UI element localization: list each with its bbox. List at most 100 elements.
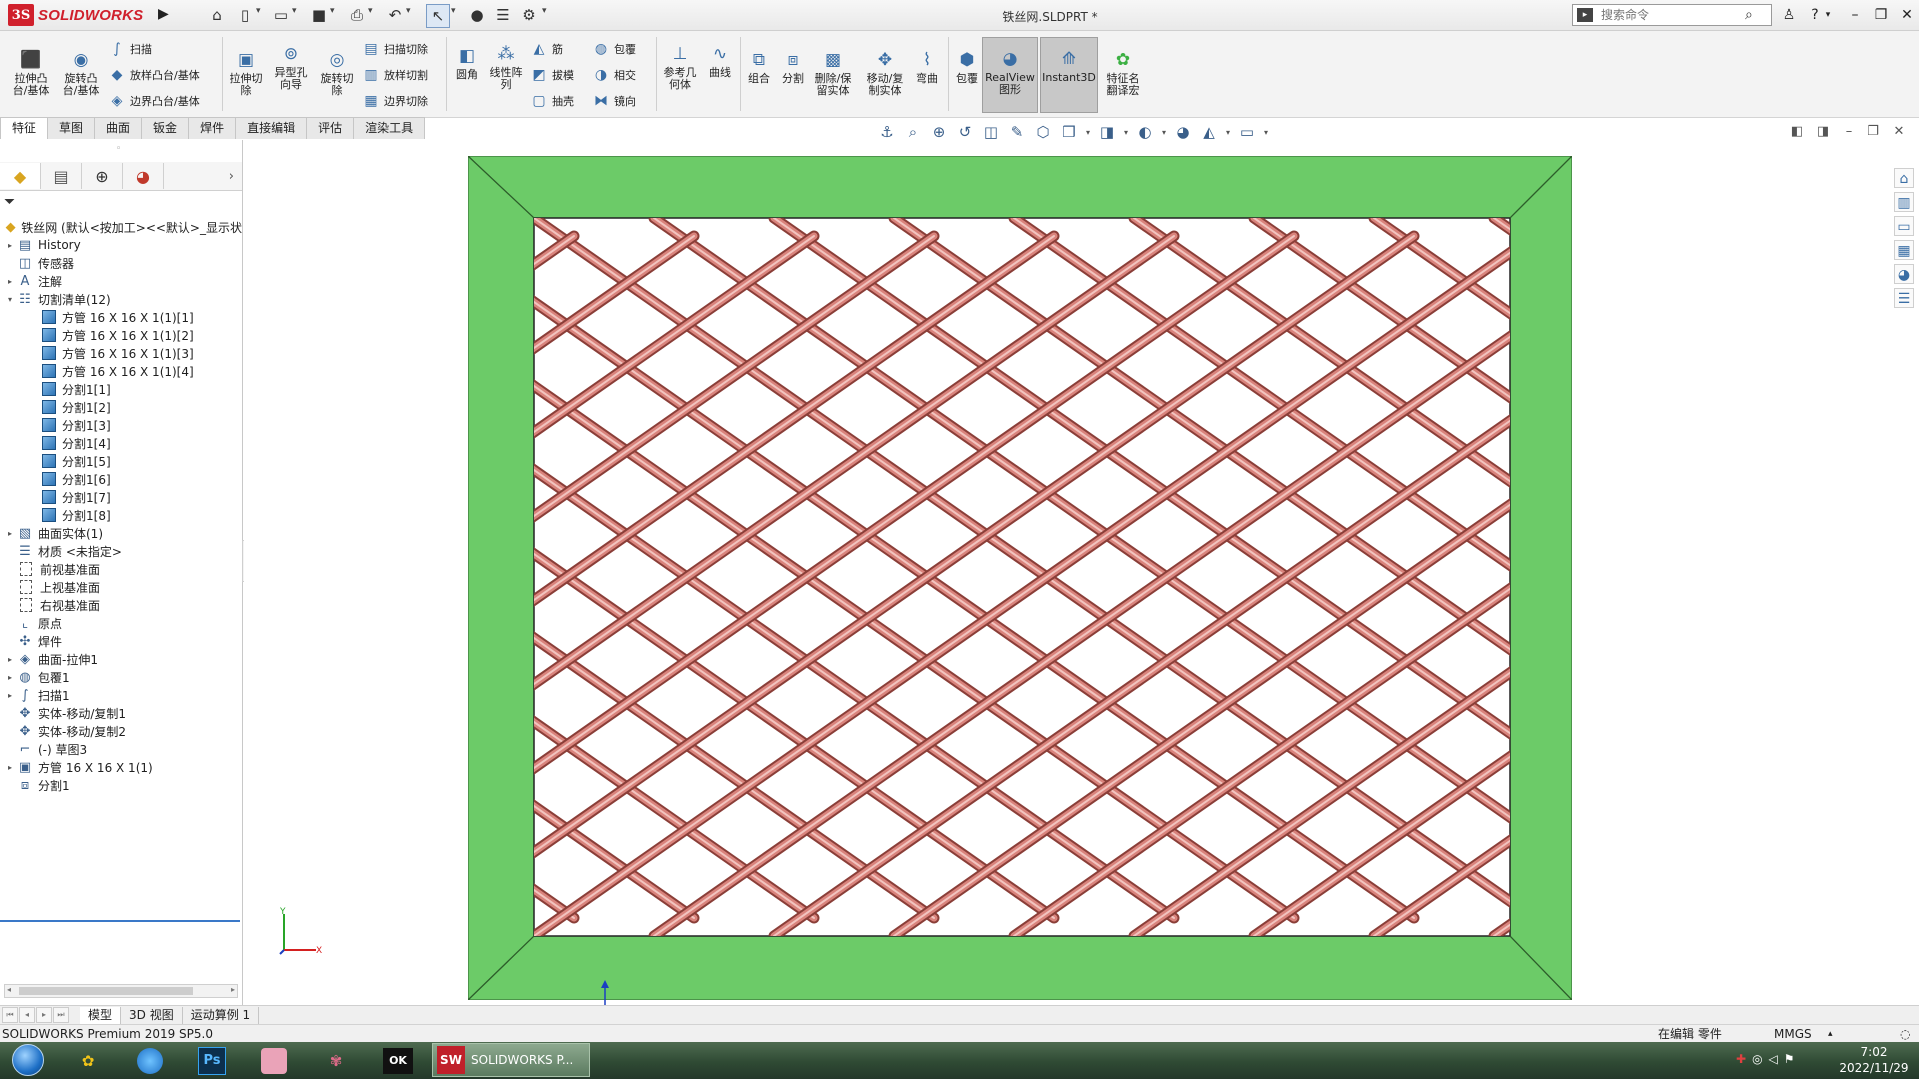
revolve-cut-tool[interactable]: ◎ 旋转切 除 — [314, 49, 360, 97]
extrude-cut-tool[interactable]: ▣ 拉伸切 除 — [224, 49, 268, 97]
draft-tool[interactable]: ◩ 拔模 — [530, 65, 574, 85]
property-manager-tab-icon[interactable]: ▤ — [41, 163, 82, 189]
rib-tool[interactable]: ◭ 筋 — [530, 39, 563, 59]
minimize-window-icon[interactable]: – — [1842, 4, 1868, 26]
panel-splitter-handle[interactable]: ◦ — [116, 144, 121, 154]
new-document-icon[interactable]: ▯ — [234, 4, 256, 26]
expand-arrow-icon[interactable]: ▸ — [4, 277, 16, 286]
display-manager-tab-icon[interactable]: ◕ — [123, 163, 164, 189]
home-icon[interactable]: ⌂ — [206, 4, 228, 26]
tab-features[interactable]: 特征 — [0, 117, 49, 139]
close-window-icon[interactable]: ✕ — [1894, 4, 1919, 26]
search-input[interactable] — [1599, 7, 1743, 23]
split-tool[interactable]: ⧈ 分割 — [776, 49, 810, 85]
user-account-icon[interactable]: ♙ — [1776, 4, 1802, 26]
taskbar-clock[interactable]: 7:02 2022/11/29 — [1832, 1044, 1916, 1078]
zoom-to-fit-icon[interactable]: ⌕ — [902, 123, 924, 141]
chevron-down-icon[interactable]: ▾ — [1160, 128, 1168, 137]
search-commands-box[interactable]: ▸ ⌕ — [1572, 4, 1772, 26]
previous-tab-icon[interactable]: ◂ — [19, 1007, 35, 1023]
appearances-icon[interactable]: ◕ — [1894, 264, 1914, 284]
sweep-tool[interactable]: ∫ 扫描 — [108, 39, 152, 59]
chevron-down-icon[interactable]: ▾ — [406, 6, 416, 16]
custom-properties-icon[interactable]: ☰ — [1894, 288, 1914, 308]
section-view-icon[interactable]: ◫ — [980, 123, 1002, 141]
tab-evaluate[interactable]: 评估 — [306, 117, 355, 139]
photoshop-icon[interactable]: Ps — [192, 1044, 232, 1077]
apply-scene-icon[interactable]: ◭ — [1198, 123, 1220, 141]
swept-cut-tool[interactable]: ▤ 扫描切除 — [362, 39, 428, 59]
tab-motion-study[interactable]: 运动算例 1 — [183, 1006, 260, 1024]
expand-arrow-icon[interactable]: ▸ — [4, 241, 16, 250]
intersect-tool[interactable]: ◑ 相交 — [592, 65, 636, 85]
tree-horizontal-scrollbar[interactable]: ◂ ▸ — [4, 984, 238, 998]
scrollbar-thumb[interactable] — [19, 987, 193, 995]
chevron-right-icon[interactable]: › — [164, 169, 242, 184]
reference-geometry-tool[interactable]: ⊥ 参考几 何体 — [658, 43, 702, 91]
view-settings-icon[interactable]: ❒ — [1058, 123, 1080, 141]
feature-translate-tool[interactable]: ✿ 特征名 翻译宏 — [1100, 49, 1146, 97]
save-icon[interactable]: ■ — [308, 4, 330, 26]
wrap-tool[interactable]: ◍ 包覆 — [592, 39, 636, 59]
scroll-left-icon[interactable]: ◂ — [7, 985, 11, 994]
cube-view-icon[interactable]: ⬡ — [1032, 123, 1054, 141]
delete-keep-body-tool[interactable]: ▩ 删除/保 留实体 — [810, 49, 856, 97]
wire-mesh-model[interactable] — [468, 156, 1572, 1000]
collapse-arrow-icon[interactable]: ▾ — [4, 295, 16, 304]
chevron-down-icon[interactable]: ▾ — [451, 6, 461, 16]
rollback-bar[interactable] — [0, 920, 240, 922]
tab-sheet-metal[interactable]: 钣金 — [141, 117, 190, 139]
tab-surfaces[interactable]: 曲面 — [94, 117, 143, 139]
chevron-down-icon[interactable]: ▾ — [330, 6, 340, 16]
chevron-up-icon[interactable]: ▴ — [1828, 1025, 1833, 1043]
configuration-manager-tab-icon[interactable]: ⊕ — [82, 163, 123, 189]
mirror-tool[interactable]: ⧓ 镜向 — [592, 91, 636, 111]
units-selector[interactable]: MMGS — [1774, 1025, 1812, 1043]
hide-show-items-icon[interactable]: ◐ — [1134, 123, 1156, 141]
input-method-icon[interactable]: ✚ — [1736, 1052, 1746, 1070]
rebuild-icon[interactable]: ● — [466, 4, 488, 26]
view-orientation-icon[interactable]: ⚓ — [876, 123, 898, 141]
realview-tool[interactable]: ◕ RealView 图形 — [982, 37, 1038, 113]
select-arrow-icon[interactable]: ↖ — [426, 4, 450, 28]
tree-item[interactable]: ⧈ 分割1 — [0, 774, 242, 796]
ok-app-icon[interactable]: OK — [378, 1044, 418, 1077]
revolve-boss-tool[interactable]: ◉ 旋转凸 台/基体 — [58, 49, 104, 97]
chevron-down-icon[interactable]: ▾ — [1224, 128, 1232, 137]
file-properties-icon[interactable]: ☰ — [492, 4, 514, 26]
search-scope-icon[interactable]: ▸ — [1577, 8, 1593, 22]
file-explorer-icon[interactable]: ▭ — [1894, 216, 1914, 236]
instant3d-tool[interactable]: ⟰ Instant3D — [1040, 37, 1098, 113]
tab-render-tools[interactable]: 渲染工具 — [353, 117, 426, 139]
filter-icon[interactable]: ⏷ — [4, 194, 240, 212]
curves-tool[interactable]: ∿ 曲线 — [702, 43, 738, 79]
tab-direct-editing[interactable]: 直接编辑 — [235, 117, 308, 139]
chevron-down-icon[interactable]: ▾ — [256, 6, 266, 16]
tooltip-bubble-icon[interactable]: ◌ — [1900, 1025, 1910, 1043]
solidworks-resources-icon[interactable]: ⌂ — [1894, 168, 1914, 188]
tab-weldments[interactable]: 焊件 — [188, 117, 237, 139]
chevron-down-icon[interactable]: ▾ — [542, 6, 552, 16]
loft-tool[interactable]: ◆ 放样凸台/基体 — [108, 65, 200, 85]
design-library-icon[interactable]: ▥ — [1894, 192, 1914, 212]
boundary-boss-tool[interactable]: ◈ 边界凸台/基体 — [108, 91, 200, 111]
chevron-down-icon[interactable]: ▾ — [1262, 128, 1270, 137]
viewport-close-icon[interactable]: ✕ — [1889, 124, 1909, 142]
expand-arrow-icon[interactable]: ▸ — [4, 529, 16, 538]
chevron-down-icon[interactable]: ▾ — [292, 6, 302, 16]
last-tab-icon[interactable]: ⏭ — [53, 1007, 69, 1023]
boundary-cut-tool[interactable]: ▦ 边界切除 — [362, 91, 428, 111]
taskbar-solidworks-button[interactable]: SW SOLIDWORKS P... — [432, 1043, 590, 1077]
open-folder-icon[interactable]: ▭ — [270, 4, 292, 26]
network-icon[interactable]: ◎ — [1752, 1052, 1762, 1070]
scroll-right-icon[interactable]: ▸ — [231, 985, 235, 994]
solidworks-logo[interactable]: 3S SOLIDWORKS — [8, 2, 154, 28]
start-button[interactable] — [4, 1043, 52, 1077]
shell-tool[interactable]: ▢ 抽壳 — [530, 91, 574, 111]
display-style-icon[interactable]: ◨ — [1096, 123, 1118, 141]
linear-pattern-tool[interactable]: ⁂ 线性阵 列 — [486, 43, 526, 91]
expand-arrow-icon[interactable]: ▸ — [4, 691, 16, 700]
view-monitor-icon[interactable]: ▭ — [1236, 123, 1258, 141]
edit-appearance-icon[interactable]: ◕ — [1172, 123, 1194, 141]
tab-3d-views[interactable]: 3D 视图 — [121, 1006, 183, 1024]
